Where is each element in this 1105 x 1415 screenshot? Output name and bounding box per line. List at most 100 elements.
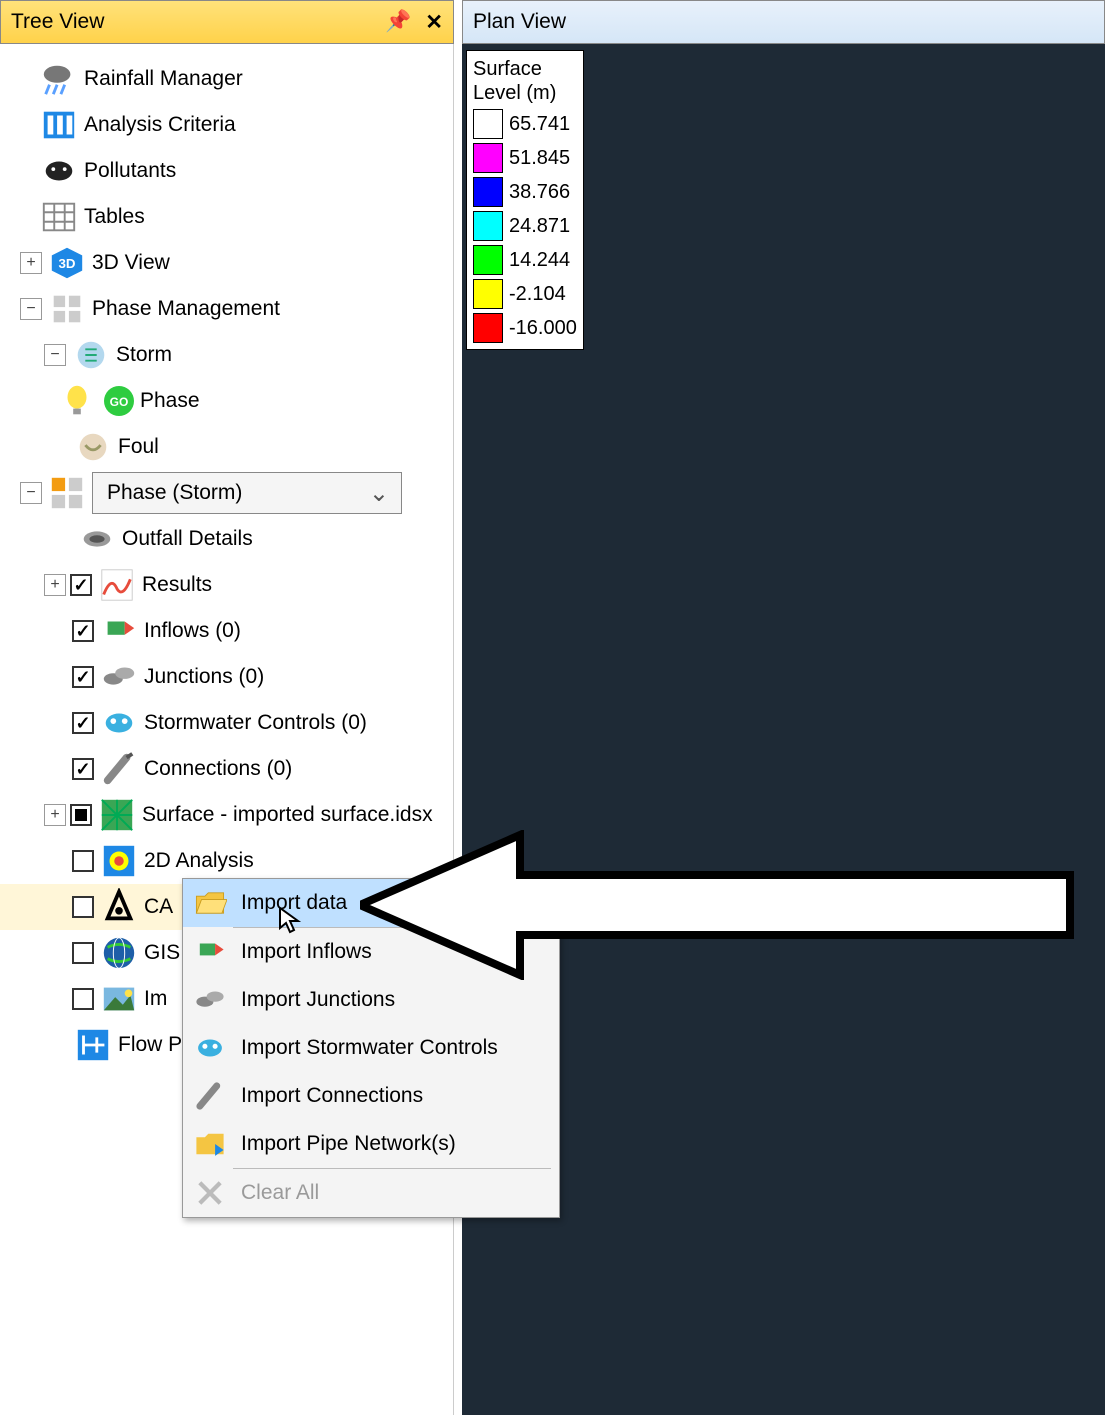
results-checkbox[interactable] xyxy=(70,574,92,596)
results-label: Results xyxy=(142,573,212,597)
tree-item-phase[interactable]: GO Phase xyxy=(0,378,453,424)
tree-item-stormwater[interactable]: Stormwater Controls (0) xyxy=(0,700,453,746)
images-icon xyxy=(98,978,140,1020)
menu-import-stormwater[interactable]: Import Stormwater Controls xyxy=(183,1024,559,1072)
menu-import-data-label: Import data xyxy=(241,891,347,915)
junctions-icon xyxy=(98,656,140,698)
legend-swatch xyxy=(473,313,503,343)
results-icon xyxy=(96,564,138,606)
legend-swatch xyxy=(473,279,503,309)
tables-icon xyxy=(38,196,80,238)
legend-swatch xyxy=(473,109,503,139)
2danalysis-icon xyxy=(98,840,140,882)
folder-pipe-icon xyxy=(191,1125,229,1163)
tree-item-storm[interactable]: − Storm xyxy=(0,332,453,378)
legend-swatch xyxy=(473,211,503,241)
legend-row: -16.000 xyxy=(473,311,577,345)
menu-import-data[interactable]: Import data xyxy=(183,879,559,927)
pin-icon[interactable]: 📌 xyxy=(385,10,411,34)
menu-import-connections[interactable]: Import Connections xyxy=(183,1072,559,1120)
junctions-label: Junctions (0) xyxy=(144,665,264,689)
collapse-phase-storm[interactable]: − xyxy=(20,482,42,504)
surface-checkbox[interactable] xyxy=(70,804,92,826)
pollutants-label: Pollutants xyxy=(84,159,176,183)
collapse-storm[interactable]: − xyxy=(44,344,66,366)
analysis-criteria-icon xyxy=(38,104,80,146)
stormwater-checkbox[interactable] xyxy=(72,712,94,734)
cad-label: CA xyxy=(144,895,173,919)
legend-title-line2: Level (m) xyxy=(473,81,577,105)
menu-import-pipe[interactable]: Import Pipe Network(s) xyxy=(183,1120,559,1168)
legend-row: 65.741 xyxy=(473,107,577,141)
tree-item-pollutants[interactable]: Pollutants xyxy=(0,148,453,194)
tree-item-inflows[interactable]: Inflows (0) xyxy=(0,608,453,654)
surface-label: Surface - imported surface.idsx xyxy=(142,803,433,827)
phase-dropdown-label: Phase (Storm) xyxy=(107,481,242,505)
expand-3dview[interactable]: + xyxy=(20,252,42,274)
foul-label: Foul xyxy=(118,435,159,459)
2danalysis-label: 2D Analysis xyxy=(144,849,254,873)
cad-checkbox[interactable] xyxy=(72,896,94,918)
clear-icon xyxy=(191,1174,229,1212)
tree-item-foul[interactable]: Foul xyxy=(0,424,453,470)
menu-import-inflows[interactable]: Import Inflows xyxy=(183,928,559,976)
close-icon[interactable]: ✕ xyxy=(425,10,443,35)
rainfall-icon xyxy=(38,58,80,100)
legend-row: 14.244 xyxy=(473,243,577,277)
tree-item-results[interactable]: + Results xyxy=(0,562,453,608)
go-icon: GO xyxy=(102,384,136,418)
tree-item-3dview[interactable]: + 3D 3D View xyxy=(0,240,453,286)
storm-icon xyxy=(70,334,112,376)
3dview-icon: 3D xyxy=(46,242,88,284)
flow-icon xyxy=(72,1024,114,1066)
tree-item-rainfall[interactable]: Rainfall Manager xyxy=(0,56,453,102)
menu-import-junctions-label: Import Junctions xyxy=(241,988,395,1012)
connections-label: Connections (0) xyxy=(144,757,292,781)
inflows-icon xyxy=(191,933,229,971)
im-label: Im xyxy=(144,987,167,1011)
tree-item-phase-management[interactable]: − Phase Management xyxy=(0,286,453,332)
gis-checkbox[interactable] xyxy=(72,942,94,964)
tree-item-tables[interactable]: Tables xyxy=(0,194,453,240)
tree-item-junctions[interactable]: Junctions (0) xyxy=(0,654,453,700)
im-checkbox[interactable] xyxy=(72,988,94,1010)
expand-results[interactable]: + xyxy=(44,574,66,596)
inflows-label: Inflows (0) xyxy=(144,619,241,643)
collapse-phase-management[interactable]: − xyxy=(20,298,42,320)
tree-item-connections[interactable]: Connections (0) xyxy=(0,746,453,792)
gis-label: GIS xyxy=(144,941,180,965)
connections-checkbox[interactable] xyxy=(72,758,94,780)
inflows-checkbox[interactable] xyxy=(72,620,94,642)
foul-icon xyxy=(72,426,114,468)
surface-legend: Surface Level (m) 65.74151.84538.76624.8… xyxy=(466,50,584,350)
legend-value: -16.000 xyxy=(509,317,577,340)
analysis-criteria-label: Analysis Criteria xyxy=(84,113,236,137)
svg-text:GO: GO xyxy=(110,395,129,409)
2danalysis-checkbox[interactable] xyxy=(72,850,94,872)
tree-item-surface[interactable]: + Surface - imported surface.idsx xyxy=(0,792,453,838)
legend-value: 51.845 xyxy=(509,147,570,170)
legend-value: -2.104 xyxy=(509,283,566,306)
legend-value: 38.766 xyxy=(509,181,570,204)
legend-row: -2.104 xyxy=(473,277,577,311)
expand-surface[interactable]: + xyxy=(44,804,66,826)
phase-storm-icon xyxy=(46,472,88,514)
menu-import-junctions[interactable]: Import Junctions xyxy=(183,976,559,1024)
phase-dropdown[interactable]: Phase (Storm) xyxy=(92,472,402,514)
menu-clear-all-label: Clear All xyxy=(241,1181,319,1205)
tree-item-phase-storm[interactable]: − Phase (Storm) xyxy=(0,470,453,516)
tree-item-analysis-criteria[interactable]: Analysis Criteria xyxy=(0,102,453,148)
stormwater-icon xyxy=(191,1029,229,1067)
inflows-icon xyxy=(98,610,140,652)
flow-label: Flow P xyxy=(118,1033,182,1057)
tree-item-outfall[interactable]: Outfall Details xyxy=(0,516,453,562)
plan-view-title: Plan View xyxy=(473,10,566,34)
stormwater-icon xyxy=(98,702,140,744)
storm-label: Storm xyxy=(116,343,172,367)
junctions-checkbox[interactable] xyxy=(72,666,94,688)
stormwater-label: Stormwater Controls (0) xyxy=(144,711,367,735)
bulb-icon xyxy=(56,380,98,422)
legend-value: 65.741 xyxy=(509,113,570,136)
legend-value: 14.244 xyxy=(509,249,570,272)
svg-text:3D: 3D xyxy=(59,256,76,271)
